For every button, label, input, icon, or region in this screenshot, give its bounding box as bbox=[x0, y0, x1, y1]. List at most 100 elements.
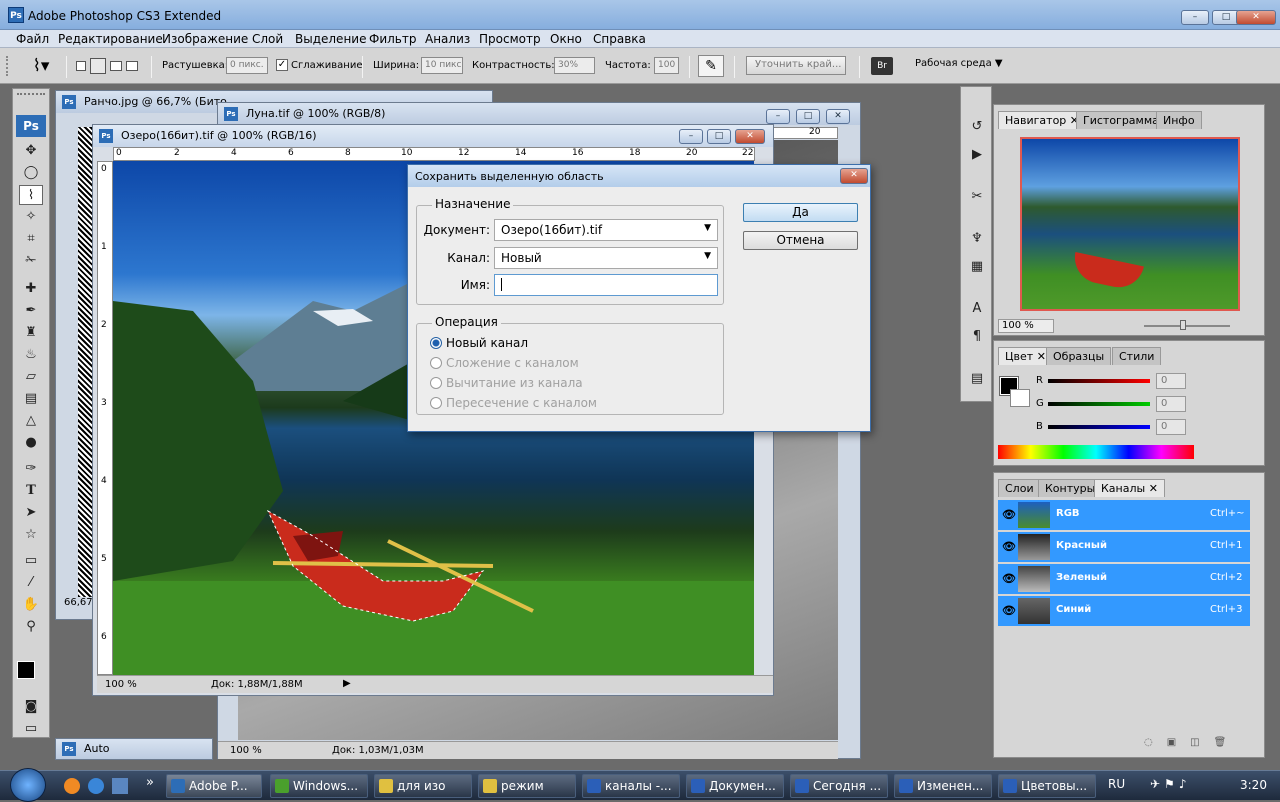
hand-tool-icon[interactable]: ✋ bbox=[19, 595, 43, 615]
pen-tool-icon[interactable]: ✑ bbox=[19, 459, 43, 479]
tab-navigator[interactable]: Навигатор ✕ bbox=[998, 111, 1087, 129]
task-word-segodnya[interactable]: Сегодня ... bbox=[790, 774, 888, 798]
menu-layer[interactable]: Слой bbox=[252, 32, 283, 46]
quicklaunch-expand-icon[interactable]: » bbox=[146, 775, 154, 790]
radio-intersect-with-channel[interactable]: Пересечение с каналом bbox=[430, 396, 597, 410]
add-selection-icon[interactable] bbox=[90, 58, 106, 74]
r-value-field[interactable]: 0 bbox=[1156, 373, 1186, 389]
eyedropper-tool-icon[interactable]: ⁄ bbox=[19, 573, 43, 593]
radio-add-to-channel[interactable]: Сложение с каналом bbox=[430, 356, 579, 370]
tab-swatches[interactable]: Образцы bbox=[1046, 347, 1112, 365]
task-folder-izo[interactable]: для изо bbox=[374, 774, 472, 798]
layer-comps-icon[interactable]: ▤ bbox=[965, 369, 989, 389]
task-windows[interactable]: Windows... bbox=[270, 774, 368, 798]
tray-icons[interactable]: ✈⚑♪ bbox=[1150, 777, 1190, 791]
dodge-tool-icon[interactable]: ● bbox=[19, 433, 43, 453]
task-word-document[interactable]: Докумен... bbox=[686, 774, 784, 798]
tab-histogram[interactable]: Гистограмма bbox=[1076, 111, 1166, 129]
crop-tool-icon[interactable]: ⌗ bbox=[19, 229, 43, 249]
ozero-close-button[interactable]: ✕ bbox=[735, 129, 765, 144]
blur-tool-icon[interactable]: △ bbox=[19, 411, 43, 431]
tab-channels[interactable]: Каналы ✕ bbox=[1094, 479, 1165, 497]
refine-edge-button[interactable]: Уточнить край... bbox=[746, 56, 846, 75]
menu-view[interactable]: Просмотр bbox=[479, 32, 541, 46]
b-value-field[interactable]: 0 bbox=[1156, 419, 1186, 435]
magic-wand-tool-icon[interactable]: ✧ bbox=[19, 207, 43, 227]
character-panel-icon[interactable]: A bbox=[965, 299, 989, 319]
task-word-kanaly[interactable]: каналы -... bbox=[582, 774, 680, 798]
language-indicator[interactable]: RU bbox=[1108, 777, 1125, 791]
document-title-luna[interactable]: Ps Луна.tif @ 100% (RGB/8) bbox=[218, 103, 860, 125]
tab-color[interactable]: Цвет ✕ bbox=[998, 347, 1053, 365]
intersect-selection-icon[interactable] bbox=[126, 61, 138, 71]
ozero-maximize-button[interactable]: □ bbox=[707, 129, 731, 144]
antialias-checkbox[interactable]: ✓ bbox=[276, 59, 288, 71]
ok-button[interactable]: Да bbox=[743, 203, 858, 222]
clone-source-icon[interactable]: ▦ bbox=[965, 257, 989, 277]
status-menu-arrow-icon[interactable]: ▶ bbox=[343, 678, 351, 689]
menu-filter[interactable]: Фильтр bbox=[369, 32, 416, 46]
feather-input[interactable]: 0 пикс. bbox=[226, 57, 268, 74]
luna-maximize-button[interactable]: □ bbox=[796, 109, 820, 124]
workspace-menu[interactable]: Рабочая среда ▼ bbox=[915, 58, 1003, 69]
g-slider[interactable] bbox=[1048, 402, 1150, 406]
r-slider[interactable] bbox=[1048, 379, 1150, 383]
width-input[interactable]: 10 пикс bbox=[421, 57, 463, 74]
task-word-tsvetovye[interactable]: Цветовы... bbox=[998, 774, 1096, 798]
menu-help[interactable]: Справка bbox=[593, 32, 646, 46]
eye-icon[interactable]: 👁 bbox=[1002, 540, 1016, 553]
channel-footer-icons[interactable]: ◌▣◫🗑 bbox=[1144, 737, 1254, 751]
channel-select[interactable]: Новый ▼ bbox=[494, 247, 718, 269]
contrast-input[interactable]: 30% bbox=[554, 57, 595, 74]
start-button[interactable] bbox=[10, 768, 46, 802]
task-word-izmenen[interactable]: Изменен... bbox=[894, 774, 992, 798]
type-tool-icon[interactable]: T bbox=[19, 481, 43, 501]
menu-edit[interactable]: Редактирование bbox=[58, 32, 163, 46]
pen-pressure-icon[interactable]: ✎ bbox=[698, 55, 724, 77]
luna-minimize-button[interactable]: – bbox=[766, 109, 790, 124]
marquee-tool-icon[interactable]: ◯ bbox=[19, 163, 43, 183]
subtract-selection-icon[interactable] bbox=[110, 61, 122, 71]
color-spectrum-bar[interactable] bbox=[998, 445, 1194, 459]
clock[interactable]: 3:20 bbox=[1240, 778, 1267, 792]
actions-panel-icon[interactable]: ▶ bbox=[965, 145, 989, 165]
document-window-auto[interactable]: Ps Auto bbox=[55, 738, 213, 760]
ozero-zoom-readout[interactable]: 100 % bbox=[105, 679, 137, 690]
channel-row-red[interactable]: 👁 Красный Ctrl+1 bbox=[998, 532, 1250, 562]
channel-row-green[interactable]: 👁 Зеленый Ctrl+2 bbox=[998, 564, 1250, 594]
menu-file[interactable]: Файл bbox=[16, 32, 49, 46]
move-tool-icon[interactable]: ✥ bbox=[19, 141, 43, 161]
eye-icon[interactable]: 👁 bbox=[1002, 508, 1016, 521]
menu-image[interactable]: Изображение bbox=[162, 32, 248, 46]
dialog-close-button[interactable]: ✕ bbox=[840, 168, 868, 184]
menu-window[interactable]: Окно bbox=[550, 32, 582, 46]
magnetic-lasso-tool-icon[interactable]: ⌇▾ bbox=[24, 54, 58, 78]
frequency-input[interactable]: 100 bbox=[654, 57, 679, 74]
eye-icon[interactable]: 👁 bbox=[1002, 572, 1016, 585]
paragraph-panel-icon[interactable]: ¶ bbox=[965, 327, 989, 347]
bg-color-swatch[interactable] bbox=[1010, 389, 1030, 407]
document-select[interactable]: Озеро(16бит).tif ▼ bbox=[494, 219, 718, 241]
brushes-panel-icon[interactable]: ♆ bbox=[965, 229, 989, 249]
task-photoshop[interactable]: Adobe P... bbox=[166, 774, 262, 798]
slider-thumb[interactable] bbox=[1180, 320, 1186, 330]
menu-analysis[interactable]: Анализ bbox=[425, 32, 470, 46]
history-panel-icon[interactable]: ↺ bbox=[965, 117, 989, 137]
tab-info[interactable]: Инфо bbox=[1156, 111, 1202, 129]
selection-mode-buttons[interactable] bbox=[76, 58, 140, 74]
name-input[interactable] bbox=[494, 274, 718, 296]
new-selection-icon[interactable] bbox=[76, 61, 86, 71]
brush-tool-icon[interactable]: ✒ bbox=[19, 301, 43, 321]
path-selection-tool-icon[interactable]: ➤ bbox=[19, 503, 43, 523]
tab-layers[interactable]: Слои bbox=[998, 479, 1041, 497]
task-folder-rezhim[interactable]: режим bbox=[478, 774, 576, 798]
foreground-color-swatch[interactable] bbox=[17, 661, 35, 679]
history-brush-tool-icon[interactable]: ♨ bbox=[19, 345, 43, 365]
ozero-minimize-button[interactable]: – bbox=[679, 129, 703, 144]
navigator-preview[interactable] bbox=[1020, 137, 1240, 311]
document-title-ozero[interactable]: Ps Озеро(16бит).tif @ 100% (RGB/16) bbox=[93, 125, 773, 147]
navigator-zoom-field[interactable]: 100 % bbox=[998, 319, 1054, 333]
menu-select[interactable]: Выделение bbox=[295, 32, 366, 46]
eraser-tool-icon[interactable]: ▱ bbox=[19, 367, 43, 387]
stamp-tool-icon[interactable]: ♜ bbox=[19, 323, 43, 343]
